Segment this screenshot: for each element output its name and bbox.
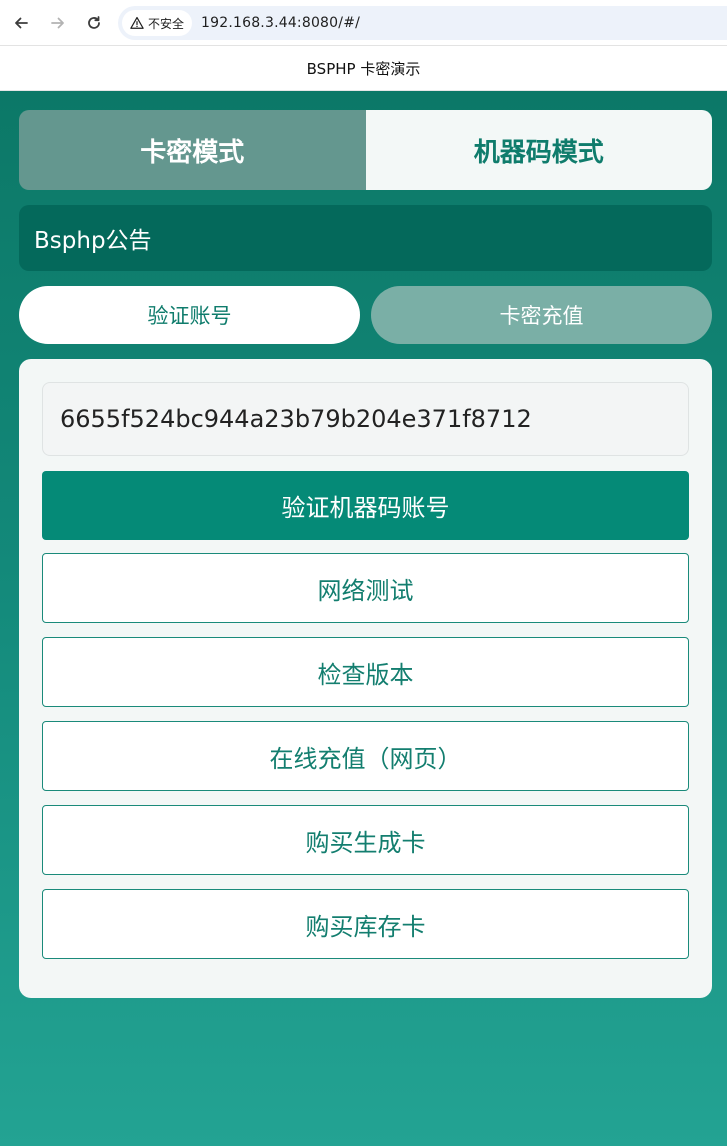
tab-machine-code-mode[interactable]: 机器码模式 — [365, 110, 712, 190]
mode-tabs: 卡密模式 机器码模式 — [19, 110, 712, 190]
network-test-button[interactable]: 网络测试 — [42, 553, 689, 623]
security-label: 不安全 — [148, 16, 185, 31]
check-version-button[interactable]: 检查版本 — [42, 637, 689, 707]
tab-verify-account[interactable]: 验证账号 — [19, 286, 360, 344]
address-bar[interactable]: 不安全 192.168.3.44:8080/#/ — [118, 6, 727, 40]
app-body: 卡密模式 机器码模式 Bsphp公告 验证账号 卡密充值 验证机器码账号 网络测… — [0, 91, 727, 1146]
security-indicator[interactable]: 不安全 — [122, 10, 193, 36]
browser-toolbar: 不安全 192.168.3.44:8080/#/ — [0, 0, 727, 46]
page-title: BSPHP 卡密演示 — [0, 47, 727, 91]
tab-card-recharge[interactable]: 卡密充值 — [371, 286, 712, 344]
sub-tabs: 验证账号 卡密充值 — [19, 286, 712, 344]
reload-icon[interactable] — [81, 10, 107, 36]
url-text[interactable]: 192.168.3.44:8080/#/ — [201, 15, 360, 31]
buy-generated-card-button[interactable]: 购买生成卡 — [42, 805, 689, 875]
verify-machine-code-button[interactable]: 验证机器码账号 — [42, 471, 689, 540]
back-arrow-icon[interactable] — [8, 10, 34, 36]
announcement-text: Bsphp公告 — [34, 228, 152, 254]
online-recharge-button[interactable]: 在线充值（网页） — [42, 721, 689, 791]
announcement-banner: Bsphp公告 — [19, 205, 712, 271]
tab-card-mode[interactable]: 卡密模式 — [19, 110, 366, 190]
buy-stock-card-button[interactable]: 购买库存卡 — [42, 889, 689, 959]
forward-arrow-icon[interactable] — [45, 10, 71, 36]
warning-triangle-icon — [130, 16, 144, 29]
verify-panel: 验证机器码账号 网络测试 检查版本 在线充值（网页） 购买生成卡 购买库存卡 — [19, 359, 712, 998]
machine-code-input[interactable] — [42, 382, 689, 456]
